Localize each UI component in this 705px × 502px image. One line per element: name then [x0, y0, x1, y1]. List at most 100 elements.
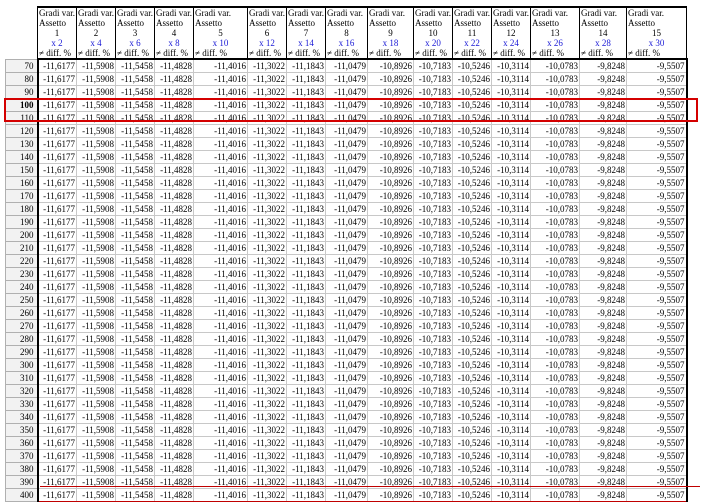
data-cell[interactable]: -11,5908 [76, 332, 116, 346]
column-header-diff[interactable]: ≠ diff. % [154, 48, 194, 60]
data-cell[interactable]: -9,5507 [626, 241, 688, 255]
data-cell[interactable]: -11,1843 [286, 384, 326, 398]
data-cell[interactable]: -11,6177 [36, 137, 77, 151]
column-header-num[interactable]: 1 [37, 28, 77, 38]
data-cell[interactable]: -10,5246 [452, 423, 492, 437]
data-cell[interactable]: -11,6177 [36, 332, 77, 346]
data-cell[interactable]: -10,0783 [530, 254, 580, 268]
row-header[interactable]: 350 [5, 423, 38, 437]
data-cell[interactable]: -11,6177 [36, 397, 77, 411]
data-cell[interactable]: -11,1843 [286, 267, 326, 281]
column-header-diff[interactable]: ≠ diff. % [325, 48, 368, 60]
row-header[interactable]: 340 [5, 410, 38, 424]
data-cell[interactable]: -11,0479 [325, 267, 368, 281]
row-header[interactable]: 290 [5, 345, 38, 359]
data-cell[interactable]: -10,0783 [530, 72, 580, 86]
data-cell[interactable]: -9,5507 [626, 384, 688, 398]
data-cell[interactable]: -10,3114 [491, 85, 531, 99]
column-header-num[interactable]: 8 [325, 28, 368, 38]
data-cell[interactable]: -11,4828 [154, 85, 194, 99]
column-header-mult[interactable]: x 10 [193, 38, 248, 48]
data-cell[interactable]: -9,8248 [579, 462, 627, 476]
data-cell[interactable]: -9,8248 [579, 85, 627, 99]
data-cell[interactable]: -9,8248 [579, 306, 627, 320]
data-cell[interactable]: -10,7183 [413, 58, 453, 73]
data-cell[interactable]: -10,7183 [413, 150, 453, 164]
column-header-sub[interactable]: Assetto [286, 18, 326, 28]
data-cell[interactable]: -9,5507 [626, 72, 688, 86]
data-cell[interactable]: -11,3022 [247, 254, 287, 268]
data-cell[interactable]: -10,0783 [530, 228, 580, 242]
data-cell[interactable]: -11,4016 [193, 163, 248, 177]
data-cell[interactable]: -11,5458 [115, 462, 155, 476]
data-cell[interactable]: -11,3022 [247, 397, 287, 411]
data-cell[interactable]: -11,3022 [247, 293, 287, 307]
data-cell[interactable]: -10,7183 [413, 124, 453, 138]
data-cell[interactable]: -11,1843 [286, 163, 326, 177]
data-cell[interactable]: -11,1843 [286, 254, 326, 268]
data-cell[interactable]: -9,5507 [626, 488, 688, 502]
data-cell[interactable]: -10,3114 [491, 449, 531, 463]
column-header-diff[interactable]: ≠ diff. % [247, 48, 287, 60]
data-cell[interactable]: -10,7183 [413, 358, 453, 372]
data-cell[interactable]: -11,4828 [154, 332, 194, 346]
data-cell[interactable]: -10,0783 [530, 241, 580, 255]
data-cell[interactable]: -11,6177 [36, 72, 77, 86]
data-cell[interactable]: -10,8926 [367, 254, 414, 268]
data-cell[interactable]: -11,4016 [193, 319, 248, 333]
data-cell[interactable]: -11,0479 [325, 150, 368, 164]
data-cell[interactable]: -11,6177 [36, 280, 77, 294]
data-cell[interactable]: -10,8926 [367, 137, 414, 151]
data-cell[interactable]: -11,5908 [76, 384, 116, 398]
data-cell[interactable]: -11,0479 [325, 58, 368, 73]
data-cell[interactable]: -11,5908 [76, 254, 116, 268]
data-cell[interactable]: -10,8926 [367, 397, 414, 411]
data-cell[interactable]: -11,4828 [154, 176, 194, 190]
data-cell[interactable]: -11,5908 [76, 150, 116, 164]
data-cell[interactable]: -11,4828 [154, 58, 194, 73]
data-cell[interactable]: -11,5908 [76, 241, 116, 255]
data-cell[interactable]: -11,4016 [193, 228, 248, 242]
data-cell[interactable]: -11,5908 [76, 189, 116, 203]
data-cell[interactable]: -11,6177 [36, 436, 77, 450]
data-cell[interactable]: -10,8926 [367, 345, 414, 359]
row-header[interactable]: 250 [5, 293, 38, 307]
column-header-sub[interactable]: Assetto [325, 18, 368, 28]
data-cell[interactable]: -9,5507 [626, 332, 688, 346]
data-cell[interactable]: -11,0479 [325, 215, 368, 229]
row-header[interactable]: 130 [5, 137, 38, 151]
data-cell[interactable]: -9,8248 [579, 228, 627, 242]
data-cell[interactable]: -11,3022 [247, 215, 287, 229]
data-cell[interactable]: -11,6177 [36, 202, 77, 216]
data-cell[interactable]: -9,8248 [579, 124, 627, 138]
data-cell[interactable]: -11,6177 [36, 358, 77, 372]
data-cell[interactable]: -11,5458 [115, 72, 155, 86]
data-cell[interactable]: -10,3114 [491, 124, 531, 138]
data-cell[interactable]: -10,5246 [452, 267, 492, 281]
data-cell[interactable]: -9,5507 [626, 98, 688, 112]
row-header[interactable]: 320 [5, 384, 38, 398]
row-header[interactable]: 260 [5, 306, 38, 320]
data-cell[interactable]: -9,8248 [579, 241, 627, 255]
data-cell[interactable]: -11,5458 [115, 410, 155, 424]
data-cell[interactable]: -10,5246 [452, 306, 492, 320]
data-cell[interactable]: -10,0783 [530, 384, 580, 398]
data-cell[interactable]: -11,4016 [193, 189, 248, 203]
data-cell[interactable]: -10,7183 [413, 410, 453, 424]
column-header-mult[interactable]: x 24 [491, 38, 531, 48]
data-cell[interactable]: -11,0479 [325, 124, 368, 138]
data-cell[interactable]: -11,5458 [115, 267, 155, 281]
data-cell[interactable]: -11,3022 [247, 267, 287, 281]
data-cell[interactable]: -11,5458 [115, 436, 155, 450]
data-cell[interactable]: -11,1843 [286, 176, 326, 190]
data-cell[interactable]: -11,5458 [115, 150, 155, 164]
data-cell[interactable]: -11,0479 [325, 189, 368, 203]
column-header-num[interactable]: 2 [76, 28, 116, 38]
data-cell[interactable]: -11,4828 [154, 397, 194, 411]
data-cell[interactable]: -11,3022 [247, 436, 287, 450]
data-cell[interactable]: -11,1843 [286, 319, 326, 333]
data-cell[interactable]: -9,5507 [626, 306, 688, 320]
data-cell[interactable]: -10,3114 [491, 371, 531, 385]
data-cell[interactable]: -10,0783 [530, 150, 580, 164]
data-cell[interactable]: -9,5507 [626, 319, 688, 333]
